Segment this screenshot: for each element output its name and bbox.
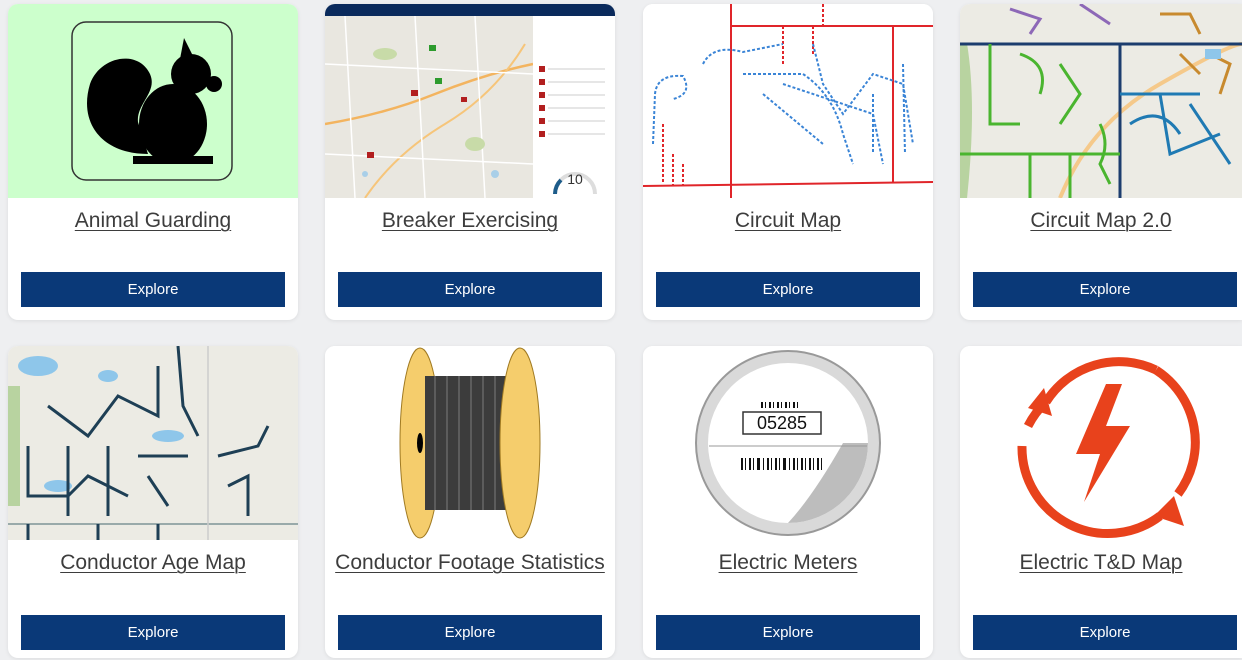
card-title[interactable]: Breaker Exercising [325,208,615,234]
explore-button[interactable]: Explore [21,615,285,650]
lightning-cycle-icon [960,346,1242,540]
explore-button[interactable]: Explore [973,615,1237,650]
electric-meter-icon: 05285 [643,346,933,540]
explore-button[interactable]: Explore [338,615,602,650]
squirrel-icon [8,4,298,198]
conductor-age-map-thumbnail [8,346,298,540]
card-title[interactable]: Electric T&D Map [960,550,1242,576]
card-title[interactable]: Conductor Age Map [8,550,298,576]
card-circuit-map-2[interactable]: Circuit Map 2.0 Explore [960,4,1242,320]
explore-button[interactable]: Explore [338,272,602,307]
card-animal-guarding[interactable]: Animal Guarding Explore [8,4,298,320]
card-title[interactable]: Circuit Map [643,208,933,234]
map-dashboard-thumbnail: 10 [325,4,615,198]
card-conductor-age-map[interactable]: Conductor Age Map Explore [8,346,298,658]
explore-button[interactable]: Explore [656,272,920,307]
card-electric-td-map[interactable]: Electric T&D Map Explore [960,346,1242,658]
card-title[interactable]: Animal Guarding [8,208,298,234]
card-circuit-map[interactable]: Circuit Map Explore [643,4,933,320]
cable-spool-icon [325,346,615,540]
card-title[interactable]: Conductor Footage Statistics [325,550,615,576]
card-electric-meters[interactable]: 05285 Electric Meters Explore [643,346,933,658]
gauge-value: 10 [567,171,583,187]
meter-reading: 05285 [757,413,807,433]
explore-button[interactable]: Explore [656,615,920,650]
card-title[interactable]: Circuit Map 2.0 [960,208,1242,234]
colored-circuit-map-thumbnail [960,4,1242,198]
card-breaker-exercising[interactable]: 10 Breaker Exercising Explore [325,4,615,320]
explore-button[interactable]: Explore [973,272,1237,307]
card-conductor-footage-statistics[interactable]: Conductor Footage Statistics Explore [325,346,615,658]
card-title[interactable]: Electric Meters [643,550,933,576]
circuit-lines-thumbnail [643,4,933,198]
explore-button[interactable]: Explore [21,272,285,307]
